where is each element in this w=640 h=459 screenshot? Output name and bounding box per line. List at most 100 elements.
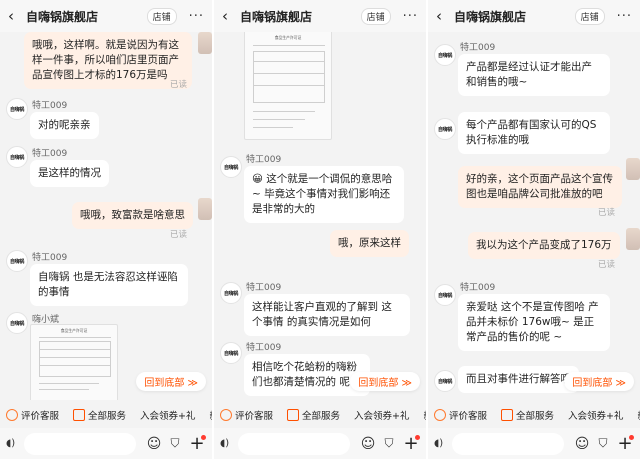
- message-text: 自嗨锅 也是无法容忍这样诬陷的事情: [38, 271, 178, 298]
- shopping-bag-icon[interactable]: ⛉: [594, 436, 612, 451]
- doc-title: 食品生产许可证: [60, 328, 88, 333]
- store-button[interactable]: 店铺: [360, 7, 391, 25]
- read-status: 已读: [598, 260, 616, 270]
- message-bubble-me: 哦哦，这样啊。就是说因为有这样一件事，所以咱们店里页面产品宣传图上才标的176万…: [24, 32, 192, 89]
- doc-line: [39, 349, 111, 350]
- plus-icon[interactable]: +: [188, 434, 206, 453]
- agent-avatar: 自嗨锅: [434, 284, 456, 306]
- chip-membership[interactable]: 入会领券+礼: [354, 408, 409, 422]
- message-bubble-agent: 😀 这个就是一个调侃的意思哈~ 毕竟这个事情对我们影响还是非常的大的: [244, 166, 404, 223]
- emoji-icon[interactable]: ☺: [572, 436, 592, 452]
- service-chips: 评价客服 全部服务 入会领券+礼 新人: [428, 404, 640, 426]
- message-bubble-agent: 是这样的情况: [30, 160, 109, 187]
- voice-icon[interactable]: ◖): [220, 438, 234, 449]
- read-status: 已读: [598, 208, 616, 218]
- chip-membership[interactable]: 入会领券+礼: [140, 408, 195, 422]
- voice-icon[interactable]: ◖): [434, 438, 448, 449]
- message-input[interactable]: [452, 432, 564, 455]
- chat-header: ‹ 自嗨锅旗舰店 店铺 ···: [214, 0, 426, 32]
- message-bubble-agent: 产品都是经过认证才能出产和销售的哦~: [458, 54, 610, 96]
- store-button[interactable]: 店铺: [574, 7, 605, 25]
- doc-line: [253, 45, 325, 46]
- chat-pane-1: ‹ 自嗨锅旗舰店 店铺 ··· 哦哦，这样啊。就是说因为有这样一件事，所以咱们店…: [0, 0, 212, 459]
- doc-line: [253, 85, 325, 86]
- chip-newcomer[interactable]: 新人: [210, 408, 213, 422]
- message-list[interactable]: 食品生产许可证 自嗨锅 特工009 😀 这个就是一个调侃的意思哈~ 毕竟这个事情…: [214, 32, 426, 400]
- message-list[interactable]: 自嗨锅 特工009 产品都是经过认证才能出产和销售的哦~ 自嗨锅 每个产品都有国…: [428, 32, 640, 400]
- chip-all-services[interactable]: 全部服务: [287, 408, 340, 422]
- agent-avatar: 自嗨锅: [434, 370, 456, 392]
- plus-icon[interactable]: +: [402, 434, 420, 453]
- chip-review-service[interactable]: 评价客服: [6, 408, 59, 422]
- agent-avatar: 自嗨锅: [6, 146, 28, 168]
- agent-avatar: 自嗨锅: [6, 98, 28, 120]
- doc-line: [253, 111, 315, 112]
- shopping-bag-icon[interactable]: ⛉: [166, 436, 184, 451]
- sender-name: 特工009: [32, 149, 68, 159]
- doc-line: [39, 389, 89, 390]
- smile-icon: [434, 409, 446, 421]
- message-text: 是这样的情况: [38, 167, 101, 179]
- chip-membership[interactable]: 入会领券+礼: [568, 408, 623, 422]
- store-button[interactable]: 店铺: [146, 7, 177, 25]
- service-chips: 评价客服 全部服务 入会领券+礼 新人: [0, 404, 212, 426]
- doc-line: [253, 127, 293, 128]
- chip-review-service[interactable]: 评价客服: [434, 408, 487, 422]
- doc-line: [39, 383, 99, 384]
- back-icon[interactable]: ‹: [222, 7, 236, 25]
- more-icon[interactable]: ···: [189, 9, 204, 24]
- doc-title: 食品生产许可证: [274, 35, 302, 40]
- doc-line: [253, 119, 305, 120]
- store-title: 自嗨锅旗舰店: [240, 9, 313, 24]
- message-text: 每个产品都有国家认可的QS执行标准的哦: [466, 119, 597, 146]
- message-text: 而且对事件进行解答哦: [466, 373, 571, 385]
- message-text: 哦哦，这样啊。就是说因为有这样一件事，所以咱们店里页面产品宣传图上才标的176万…: [32, 39, 179, 81]
- emoji-icon[interactable]: ☺: [358, 436, 378, 452]
- doc-line: [39, 337, 111, 338]
- license-image[interactable]: 食品生产许可证: [244, 32, 332, 140]
- scroll-to-bottom-button[interactable]: 回到底部 ≫: [564, 372, 634, 391]
- message-list[interactable]: 哦哦，这样啊。就是说因为有这样一件事，所以咱们店里页面产品宣传图上才标的176万…: [0, 32, 212, 400]
- sender-name: 特工009: [32, 101, 68, 111]
- shopping-bag-icon[interactable]: ⛉: [380, 436, 398, 451]
- plus-icon[interactable]: +: [616, 434, 634, 453]
- chat-header: ‹ 自嗨锅旗舰店 店铺 ···: [0, 0, 212, 32]
- message-text: 哦，原来这样: [338, 237, 401, 249]
- grid-icon: [501, 409, 514, 421]
- scroll-to-bottom-button[interactable]: 回到底部 ≫: [136, 372, 206, 391]
- message-bubble-me: 哦哦，致富款是啥意思: [72, 202, 193, 229]
- screen: ‹ 自嗨锅旗舰店 店铺 ··· 哦哦，这样啊。就是说因为有这样一件事，所以咱们店…: [0, 0, 640, 459]
- smile-icon: [6, 409, 18, 421]
- user-avatar: [626, 228, 640, 250]
- user-avatar: [198, 32, 212, 54]
- emoji-icon[interactable]: ☺: [144, 436, 164, 452]
- message-text: 我以为这个产品变成了176万: [476, 239, 612, 251]
- agent-avatar: 自嗨锅: [434, 118, 456, 140]
- scroll-to-bottom-button[interactable]: 回到底部 ≫: [350, 372, 420, 391]
- store-title: 自嗨锅旗舰店: [26, 9, 99, 24]
- voice-icon[interactable]: ◖): [6, 438, 20, 449]
- chip-all-services[interactable]: 全部服务: [73, 408, 126, 422]
- more-icon[interactable]: ···: [617, 9, 632, 24]
- message-bubble-agent: 对的呢亲亲: [30, 112, 99, 139]
- message-bubble-agent: 自嗨锅 也是无法容忍这样诬陷的事情: [30, 264, 188, 306]
- agent-avatar: 自嗨锅: [220, 342, 242, 364]
- message-bubble-agent: 而且对事件进行解答哦: [458, 366, 579, 393]
- chip-all-services[interactable]: 全部服务: [501, 408, 554, 422]
- chip-newcomer[interactable]: 新人: [424, 408, 427, 422]
- grid-icon: [73, 409, 86, 421]
- message-input[interactable]: [24, 432, 136, 455]
- notification-dot: [415, 434, 420, 440]
- chat-pane-2: ‹ 自嗨锅旗舰店 店铺 ··· 食品生产许可证 自嗨锅 特工009 😀 这个就是…: [214, 0, 426, 459]
- license-image[interactable]: 食品生产许可证: [30, 324, 118, 400]
- back-icon[interactable]: ‹: [8, 7, 22, 25]
- doc-table: [39, 341, 111, 377]
- message-bubble-agent: 亲爱哒 这个不是宣传图哈 产品并未标价 176w哦~ 是正常产品的售价的呢 ~: [458, 294, 610, 351]
- message-input[interactable]: [238, 432, 350, 455]
- input-bar: ◖) ☺ ⛉ +: [428, 428, 640, 459]
- chip-review-service[interactable]: 评价客服: [220, 408, 273, 422]
- back-icon[interactable]: ‹: [436, 7, 450, 25]
- sender-name: 特工009: [246, 155, 282, 165]
- more-icon[interactable]: ···: [403, 9, 418, 24]
- message-text: 亲爱哒 这个不是宣传图哈 产品并未标价 176w哦~ 是正常产品的售价的呢 ~: [466, 301, 599, 343]
